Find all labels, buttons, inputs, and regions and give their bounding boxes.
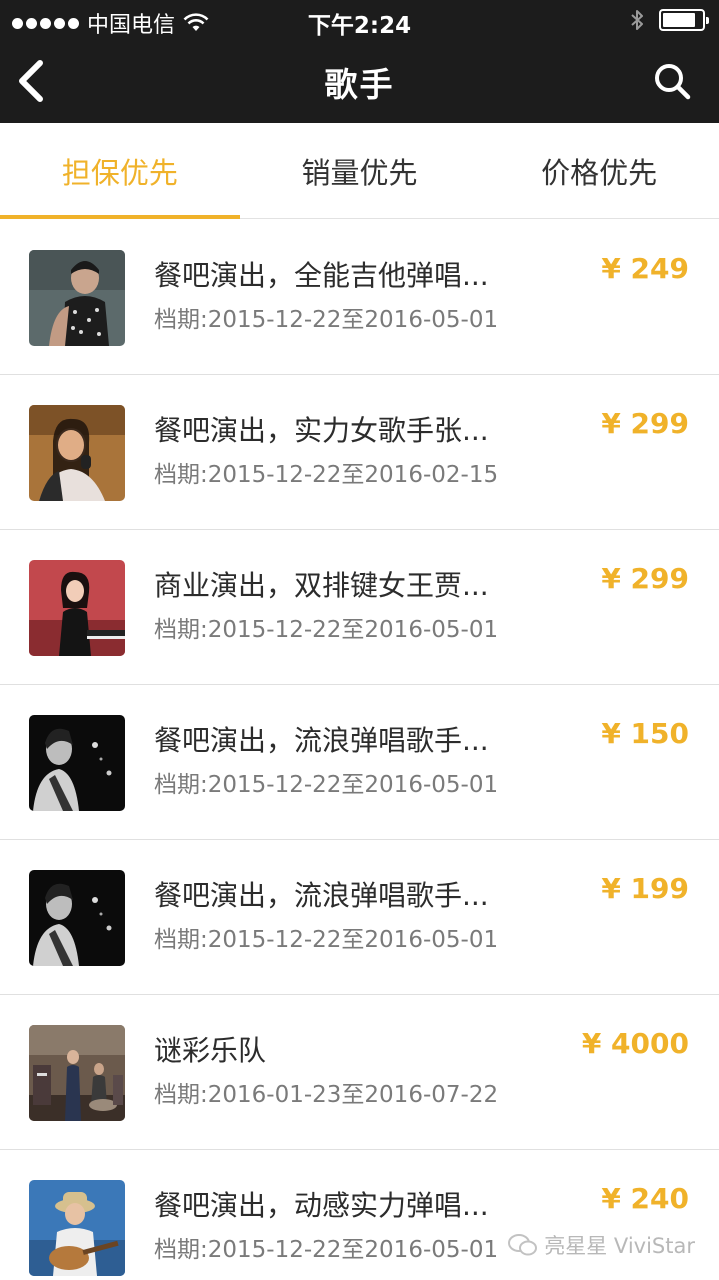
tab-price-first[interactable]: 价格优先 xyxy=(479,123,719,218)
item-schedule: 档期:2015-12-22至2016-05-01 xyxy=(154,772,499,798)
item-price: ¥ 299 xyxy=(601,562,689,595)
battery-level xyxy=(663,13,696,27)
wechat-logo-icon xyxy=(508,1234,538,1256)
item-price: ¥ 240 xyxy=(601,1182,689,1215)
tab-guarantee-first[interactable]: 担保优先 xyxy=(0,123,240,219)
status-time: 下午2:24 xyxy=(307,13,412,39)
status-right xyxy=(629,8,709,32)
singer-photo xyxy=(29,870,125,966)
item-price: ¥ 4000 xyxy=(581,1027,689,1060)
item-price: ¥ 299 xyxy=(601,407,689,440)
top-bar: 中国电信 下午2:24 歌手 xyxy=(0,0,719,123)
band-photo xyxy=(29,1025,125,1121)
item-title: 餐吧演出，实力女歌手张... xyxy=(154,414,489,447)
nav-bar: 歌手 xyxy=(0,40,719,123)
list-item[interactable]: 商业演出，双排键女王贾... 档期:2015-12-22至2016-05-01 … xyxy=(0,530,719,685)
item-schedule: 档期:2016-01-23至2016-07-22 xyxy=(154,1082,499,1108)
item-schedule: 档期:2015-12-22至2016-05-01 xyxy=(154,617,499,643)
item-title: 餐吧演出，全能吉他弹唱... xyxy=(154,259,489,292)
watermark-text: 亮星星 ViviStar xyxy=(544,1234,695,1258)
item-title: 商业演出，双排键女王贾... xyxy=(154,569,489,602)
item-title: 餐吧演出，流浪弹唱歌手... xyxy=(154,724,489,757)
list-item[interactable]: 餐吧演出，流浪弹唱歌手... 档期:2015-12-22至2016-05-01 … xyxy=(0,840,719,995)
item-price: ¥ 199 xyxy=(601,872,689,905)
list-item[interactable]: 餐吧演出，动感实力弹唱... 档期:2015-12-22至2016-05-01 … xyxy=(0,1150,719,1280)
list-item[interactable]: 餐吧演出，实力女歌手张... 档期:2015-12-22至2016-02-15 … xyxy=(0,375,719,530)
sort-tabs: 担保优先 销量优先 价格优先 xyxy=(0,123,719,219)
search-button[interactable] xyxy=(645,54,699,108)
list-item[interactable]: 餐吧演出，流浪弹唱歌手... 档期:2015-12-22至2016-05-01 … xyxy=(0,685,719,840)
battery-icon xyxy=(659,9,709,31)
list-item[interactable]: 餐吧演出，全能吉他弹唱... 档期:2015-12-22至2016-05-01 … xyxy=(0,220,719,375)
item-price: ¥ 249 xyxy=(601,252,689,285)
item-schedule: 档期:2015-12-22至2016-05-01 xyxy=(154,307,499,333)
item-schedule: 档期:2015-12-22至2016-05-01 xyxy=(154,1237,499,1263)
singer-photo xyxy=(29,250,125,346)
singer-list: 餐吧演出，全能吉他弹唱... 档期:2015-12-22至2016-05-01 … xyxy=(0,220,719,1280)
item-schedule: 档期:2015-12-22至2016-05-01 xyxy=(154,927,499,953)
singer-photo xyxy=(29,715,125,811)
item-title: 谜彩乐队 xyxy=(154,1034,267,1067)
watermark: 亮星星 ViviStar xyxy=(508,1230,695,1260)
list-item[interactable]: 谜彩乐队 档期:2016-01-23至2016-07-22 ¥ 4000 xyxy=(0,995,719,1150)
page-title: 歌手 xyxy=(324,65,395,104)
singer-photo xyxy=(29,1180,125,1276)
item-title: 餐吧演出，流浪弹唱歌手... xyxy=(154,879,489,912)
search-icon xyxy=(655,64,691,100)
item-schedule: 档期:2015-12-22至2016-02-15 xyxy=(154,462,499,488)
item-title: 餐吧演出，动感实力弹唱... xyxy=(154,1189,489,1222)
item-price: ¥ 150 xyxy=(601,717,689,750)
singer-photo xyxy=(29,560,125,656)
tab-sales-first[interactable]: 销量优先 xyxy=(240,123,480,218)
singer-photo xyxy=(29,405,125,501)
bluetooth-icon xyxy=(631,10,643,30)
status-bar: 中国电信 下午2:24 xyxy=(0,0,719,40)
